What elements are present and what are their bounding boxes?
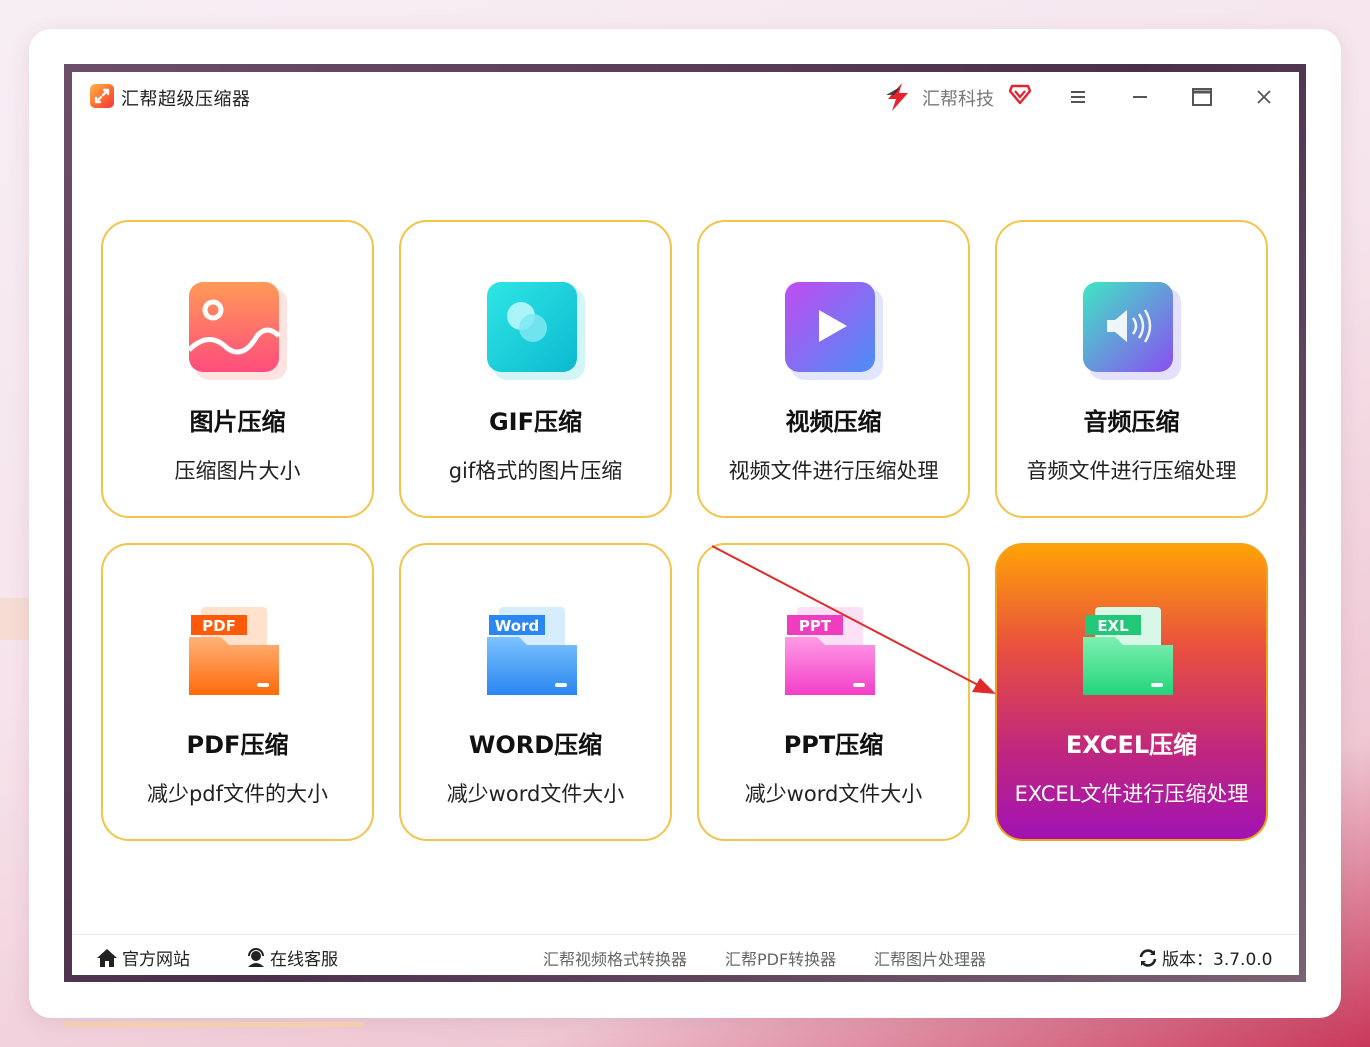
card-word-compress[interactable]: Word WORD压缩 减少word文件大小 — [399, 543, 672, 841]
card-image-compress[interactable]: 图片压缩 压缩图片大小 — [101, 220, 374, 518]
card-title: 音频压缩 — [1083, 408, 1180, 436]
card-title: 图片压缩 — [189, 408, 286, 436]
link-image-processor[interactable]: 汇帮图片处理器 — [874, 946, 986, 970]
svg-text:PDF: PDF — [202, 617, 236, 635]
vip-diamond-icon[interactable] — [1008, 82, 1032, 106]
home-icon — [97, 949, 117, 967]
card-gif-compress[interactable]: GIF压缩 gif格式的图片压缩 — [399, 220, 672, 518]
online-support-label: 在线客服 — [270, 950, 338, 970]
background-decoration-bar — [64, 1022, 364, 1027]
card-description: 音频文件进行压缩处理 — [1026, 459, 1237, 483]
card-ppt-compress[interactable]: PPT PPT压缩 减少word文件大小 — [697, 543, 970, 841]
card-video-compress[interactable]: 视频压缩 视频文件进行压缩处理 — [697, 220, 970, 518]
card-description: gif格式的图片压缩 — [448, 459, 623, 483]
card-title: 视频压缩 — [785, 408, 882, 436]
minimize-icon[interactable] — [1127, 84, 1153, 110]
excel-folder-icon: EXL — [1083, 607, 1173, 695]
menu-icon[interactable] — [1065, 84, 1091, 110]
image-icon — [187, 282, 287, 380]
audio-speaker-icon — [1083, 282, 1181, 380]
card-excel-compress[interactable]: EXL EXCEL压缩 EXCEL文件进行压缩处理 — [995, 543, 1268, 841]
refresh-icon — [1139, 949, 1157, 967]
maximize-icon[interactable] — [1189, 84, 1215, 110]
pdf-folder-icon: PDF — [189, 607, 279, 695]
app-title: 汇帮超级压缩器 — [121, 89, 251, 110]
card-description: 减少pdf文件的大小 — [146, 782, 329, 806]
card-description: 减少word文件大小 — [744, 782, 923, 806]
video-play-icon — [785, 282, 883, 380]
app-window: 汇帮超级压缩器 汇帮科技 图片压缩 压缩图片大小 GIF压缩 gif格式的图片压… — [72, 72, 1299, 975]
headset-icon — [248, 948, 264, 967]
card-description: 视频文件进行压缩处理 — [728, 459, 939, 483]
title-bar: 汇帮超级压缩器 汇帮科技 — [72, 72, 1299, 122]
version-info[interactable]: 版本：3.7.0.0 — [1138, 945, 1272, 970]
card-description: EXCEL文件进行压缩处理 — [1014, 782, 1249, 806]
card-pdf-compress[interactable]: PDF PDF压缩 减少pdf文件的大小 — [101, 543, 374, 841]
link-pdf-converter[interactable]: 汇帮PDF转换器 — [725, 946, 836, 970]
card-title: GIF压缩 — [488, 408, 583, 436]
close-icon[interactable] — [1251, 84, 1277, 110]
word-folder-icon: Word — [487, 607, 577, 695]
brand-logo-icon — [886, 83, 908, 111]
version-label: 版本：3.7.0.0 — [1162, 950, 1273, 970]
card-title: PPT压缩 — [783, 731, 884, 759]
svg-text:Word: Word — [495, 617, 539, 635]
svg-text:PPT: PPT — [799, 617, 832, 635]
bottom-bar: 官方网站 在线客服 汇帮视频格式转换器 汇帮PDF转换器 汇帮图片处理器 版本：… — [72, 934, 1299, 975]
brand-name: 汇帮科技 — [922, 89, 994, 110]
app-logo-icon — [90, 84, 114, 108]
card-title: WORD压缩 — [468, 731, 603, 759]
ppt-folder-icon: PPT — [785, 607, 875, 695]
card-audio-compress[interactable]: 音频压缩 音频文件进行压缩处理 — [995, 220, 1268, 518]
gif-icon — [487, 282, 585, 380]
official-site-label: 官方网站 — [122, 950, 190, 970]
card-title: EXCEL压缩 — [1065, 731, 1198, 759]
card-description: 减少word文件大小 — [446, 782, 625, 806]
svg-text:EXL: EXL — [1097, 617, 1129, 635]
card-description: 压缩图片大小 — [174, 459, 301, 483]
official-site-link[interactable]: 官方网站 — [96, 945, 190, 970]
card-title: PDF压缩 — [186, 731, 289, 759]
online-support-link[interactable]: 在线客服 — [246, 945, 338, 970]
link-video-converter[interactable]: 汇帮视频格式转换器 — [543, 946, 687, 970]
